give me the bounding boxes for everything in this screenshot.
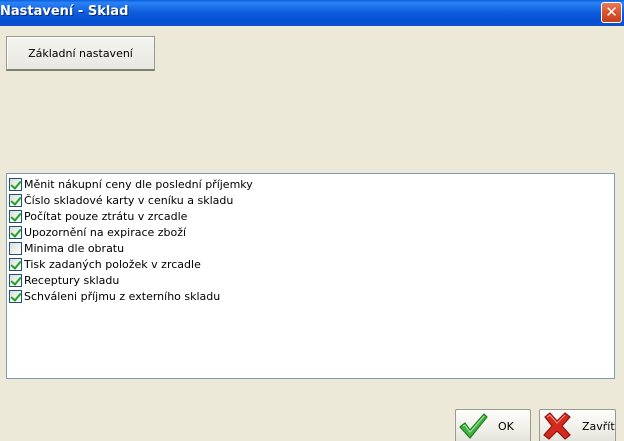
window-title: Nastavení - Sklad bbox=[0, 4, 129, 19]
close-button[interactable]: Zavřít bbox=[539, 409, 616, 441]
option-item[interactable]: Číslo skladové karty v ceníku a skladu bbox=[9, 192, 233, 208]
close-icon: ✕ bbox=[605, 3, 618, 21]
option-item[interactable]: Počítat pouze ztrátu v zrcadle bbox=[9, 208, 187, 224]
option-checkbox[interactable] bbox=[9, 241, 22, 255]
option-label: Měnit nákupní ceny dle poslední příjemky bbox=[24, 177, 253, 191]
option-item[interactable]: Tisk zadaných položek v zrcadle bbox=[9, 256, 201, 272]
title-bar[interactable]: Nastavení - Sklad ✕ bbox=[0, 0, 624, 26]
option-checkbox[interactable] bbox=[9, 257, 22, 271]
option-item[interactable]: Měnit nákupní ceny dle poslední příjemky bbox=[9, 176, 253, 192]
red-x-icon bbox=[540, 410, 574, 441]
option-label: Upozornění na expirace zboží bbox=[24, 225, 187, 239]
option-checkbox[interactable] bbox=[9, 209, 22, 223]
option-checkbox[interactable] bbox=[9, 273, 22, 287]
tab-basic-settings[interactable]: Základní nastavení bbox=[6, 36, 155, 71]
option-item[interactable]: Minima dle obratu bbox=[9, 240, 124, 256]
option-label: Tisk zadaných položek v zrcadle bbox=[24, 257, 201, 271]
option-checkbox[interactable] bbox=[9, 193, 22, 207]
checkmark-icon bbox=[456, 410, 490, 441]
ok-button[interactable]: OK bbox=[455, 409, 531, 441]
dialog-window: Nastavení - Sklad ✕ Základní nastavení M… bbox=[0, 0, 624, 441]
option-label: Počítat pouze ztrátu v zrcadle bbox=[24, 209, 188, 223]
option-label: Minima dle obratu bbox=[24, 241, 125, 255]
option-checkbox[interactable] bbox=[9, 225, 22, 239]
option-item[interactable]: Receptury skladu bbox=[9, 272, 119, 288]
option-item[interactable]: Schváleni příjmu z externího skladu bbox=[9, 288, 220, 304]
ok-label: OK bbox=[498, 419, 514, 433]
option-label: Číslo skladové karty v ceníku a skladu bbox=[24, 193, 234, 207]
option-label: Receptury skladu bbox=[24, 273, 120, 287]
options-list[interactable]: Měnit nákupní ceny dle poslední příjemky… bbox=[6, 173, 615, 379]
close-window-button[interactable]: ✕ bbox=[601, 2, 622, 23]
option-label: Schváleni příjmu z externího skladu bbox=[24, 289, 221, 303]
close-label: Zavřít bbox=[582, 419, 615, 433]
tab-label: Základní nastavení bbox=[28, 46, 133, 60]
option-checkbox[interactable] bbox=[9, 177, 22, 191]
option-item[interactable]: Upozornění na expirace zboží bbox=[9, 224, 186, 240]
option-checkbox[interactable] bbox=[9, 289, 22, 303]
